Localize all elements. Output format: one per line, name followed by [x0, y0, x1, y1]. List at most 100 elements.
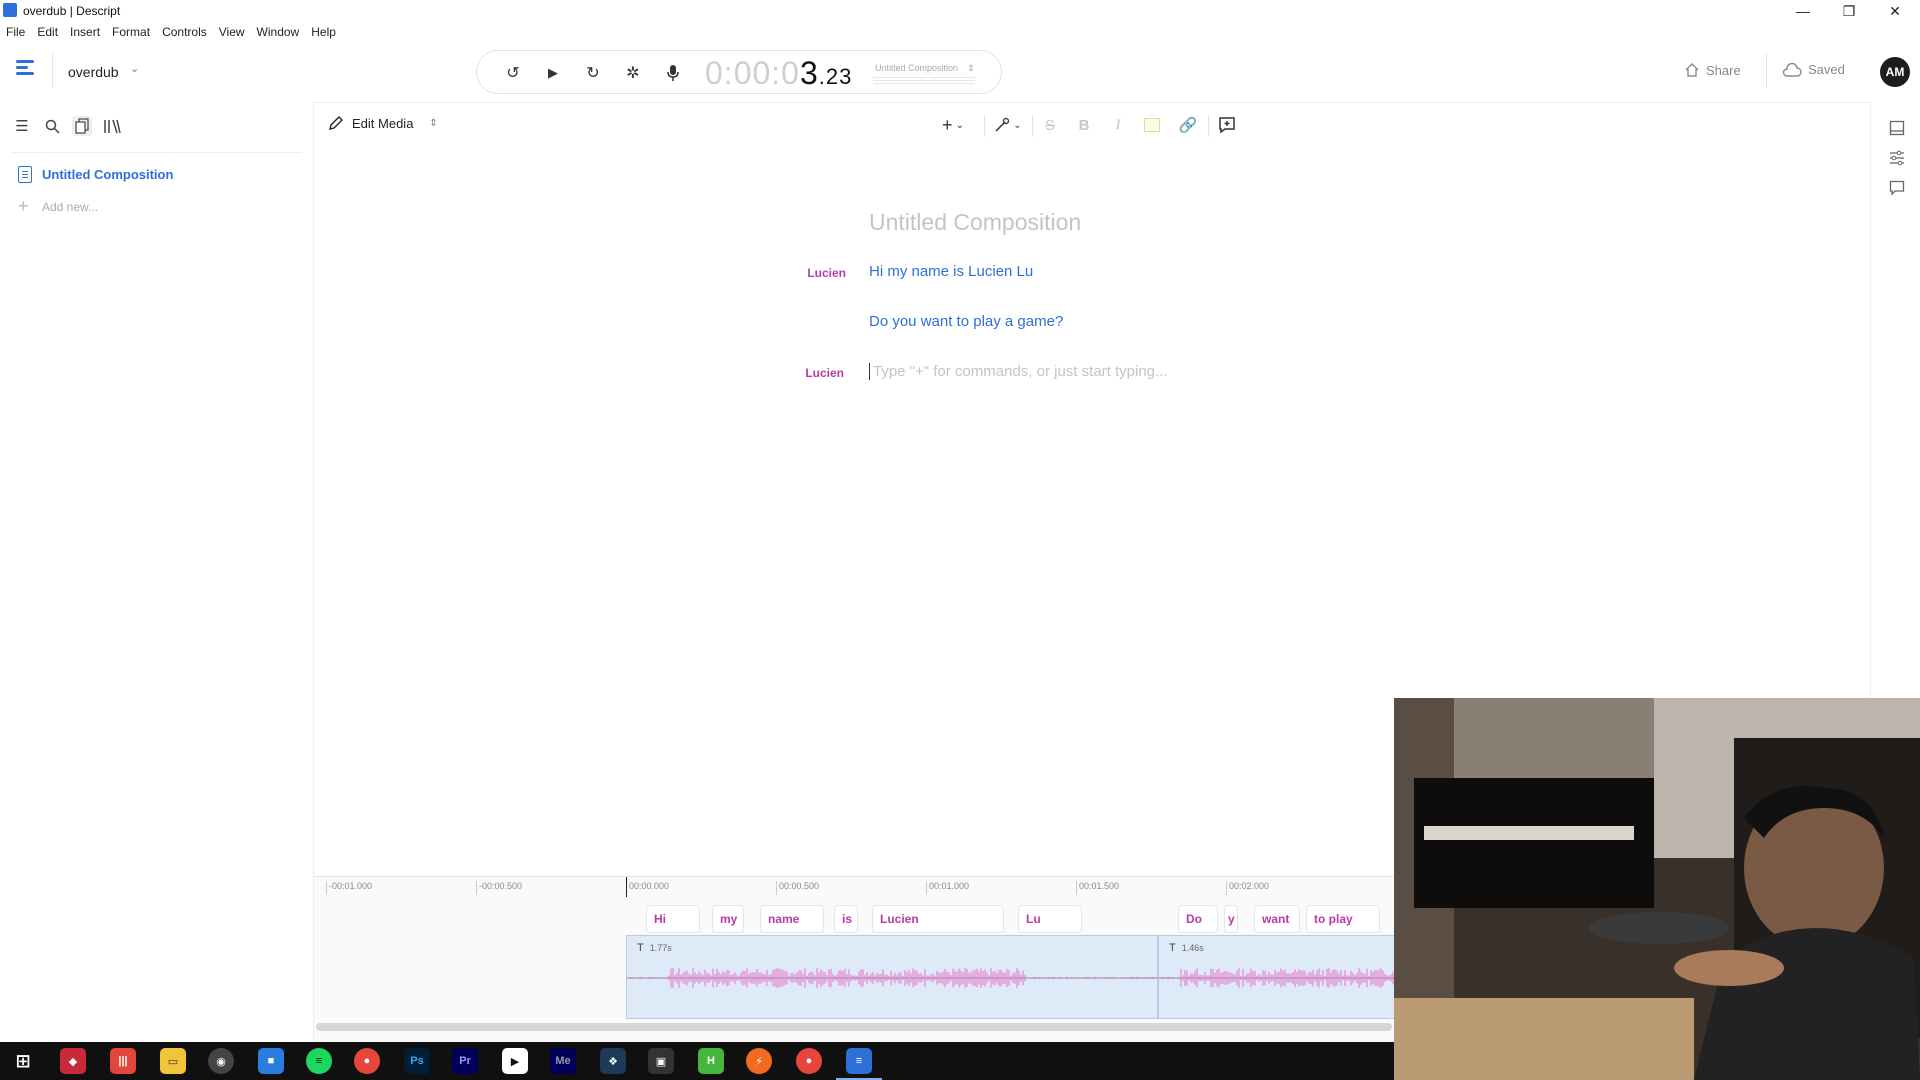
app-orange-icon[interactable]: ⚡ — [746, 1048, 772, 1074]
menu-controls[interactable]: Controls — [156, 22, 213, 42]
add-comment-icon[interactable] — [1214, 113, 1240, 137]
tools-button[interactable]: ⌄ — [990, 113, 1026, 137]
skip-back-icon[interactable]: ↺ — [501, 61, 525, 85]
word-block[interactable]: my — [712, 905, 744, 933]
composition-select[interactable]: Untitled Composition ⇕ — [869, 59, 979, 87]
transcript-paragraph[interactable]: Do you want to play a game? — [869, 313, 1063, 330]
word-block[interactable]: is — [834, 905, 858, 933]
word-block[interactable]: Lucien — [872, 905, 1004, 933]
menu-icon[interactable]: ☰ — [12, 116, 32, 136]
word-block[interactable]: to play — [1306, 905, 1380, 933]
timeline: -00:01.000 -00:00.500 00:00.000 00:00.50… — [314, 876, 1394, 1042]
webcam-image — [1394, 698, 1920, 1080]
transcript-paragraph[interactable]: Hi my name is Lucien Lu — [869, 263, 1033, 280]
strikethrough-icon[interactable]: S — [1038, 113, 1062, 137]
word-block[interactable]: Do — [1178, 905, 1218, 933]
ruler-tick: 00:02.000 — [1226, 881, 1269, 895]
taskbar: ⊞ ◆ ||| ▭ ◉ ■ ≡ ● Ps Pr ▶ Me ❖ ▣ H ⚡ ● ≡ — [0, 1042, 1394, 1080]
sidebar-item-composition[interactable]: Untitled Composition — [18, 166, 173, 183]
toolbar-divider — [1766, 54, 1767, 88]
menu-file[interactable]: File — [0, 22, 31, 42]
saved-status[interactable]: Saved — [1782, 62, 1845, 77]
timeline-scrollbar[interactable] — [316, 1023, 1392, 1031]
app-h-icon[interactable]: H — [698, 1048, 724, 1074]
app-camera-icon[interactable]: ▣ — [648, 1048, 674, 1074]
menu-insert[interactable]: Insert — [64, 22, 106, 42]
edit-media-label: Edit Media — [352, 115, 414, 131]
bold-icon[interactable]: B — [1072, 113, 1096, 137]
speaker-label[interactable]: Lucien — [764, 366, 844, 380]
word-block[interactable]: want — [1254, 905, 1300, 933]
search-icon[interactable] — [42, 116, 62, 136]
minimize-button[interactable]: — — [1780, 0, 1826, 22]
app-stripes-icon[interactable]: ||| — [110, 1048, 136, 1074]
library-icon[interactable] — [102, 116, 122, 136]
highlight-icon[interactable] — [1140, 113, 1164, 137]
timeline-ruler[interactable]: -00:01.000 -00:00.500 00:00.000 00:00.50… — [314, 877, 1394, 897]
properties-panel-icon[interactable] — [1887, 118, 1907, 138]
menu-view[interactable]: View — [213, 22, 251, 42]
chrome-icon[interactable]: ● — [354, 1048, 380, 1074]
studio-sound-icon[interactable]: ✲ — [621, 61, 645, 85]
descript-taskbar-icon[interactable]: ≡ — [846, 1048, 872, 1074]
add-button[interactable]: + ⌄ — [936, 113, 970, 137]
timecode-display: 0:00:03.23 — [705, 55, 852, 92]
word-block[interactable]: name — [760, 905, 824, 933]
premiere-icon[interactable]: Pr — [452, 1048, 478, 1074]
document-icon — [18, 166, 32, 183]
playhead[interactable] — [626, 877, 627, 897]
timecode-dim: 0:00:0 — [705, 55, 800, 91]
compositions-icon[interactable] — [72, 116, 92, 136]
pencil-icon — [329, 116, 343, 130]
add-new-label: Add new... — [42, 199, 99, 214]
descript-logo-icon[interactable] — [16, 60, 38, 80]
add-new-button[interactable]: + Add new... — [18, 196, 98, 217]
project-name[interactable]: overdub — [68, 64, 119, 80]
close-button[interactable]: ✕ — [1872, 0, 1918, 22]
obs-icon[interactable]: ◉ — [208, 1048, 234, 1074]
menu-edit[interactable]: Edit — [31, 22, 64, 42]
sidebar-divider — [12, 152, 302, 153]
word-block[interactable]: Hi — [646, 905, 700, 933]
plus-icon: + — [18, 196, 29, 216]
waveform — [627, 968, 1159, 988]
audio-clip[interactable]: T 1.46s — [1158, 935, 1394, 1019]
edit-media-button[interactable]: Edit Media ⇕ — [328, 115, 438, 131]
photoshop-icon[interactable]: Ps — [404, 1048, 430, 1074]
share-button[interactable]: Share — [1684, 62, 1741, 78]
comments-icon[interactable] — [1887, 178, 1907, 198]
toolbar-divider — [52, 52, 53, 88]
chevron-down-icon[interactable]: ⌄ — [130, 62, 139, 75]
windows-start-icon[interactable]: ⊞ — [10, 1048, 36, 1074]
italic-icon[interactable]: I — [1106, 113, 1130, 137]
menu-window[interactable]: Window — [251, 22, 306, 42]
word-block[interactable]: y — [1224, 905, 1238, 933]
settings-sliders-icon[interactable] — [1887, 148, 1907, 168]
window-title: overdub | Descript — [23, 4, 121, 18]
play-button[interactable]: ▶ — [541, 61, 565, 85]
link-icon[interactable]: 🔗 — [1176, 113, 1200, 137]
file-explorer-icon[interactable]: ▭ — [160, 1048, 186, 1074]
menu-format[interactable]: Format — [106, 22, 156, 42]
app-blueprint-icon[interactable]: ❖ — [600, 1048, 626, 1074]
media-encoder-icon[interactable]: Me — [550, 1048, 576, 1074]
transport-bar: ↺ ▶ ↻ ✲ 0:00:03.23 Untitled Composition … — [476, 50, 1002, 94]
avatar[interactable]: AM — [1880, 57, 1910, 87]
skip-forward-icon[interactable]: ↻ — [581, 61, 605, 85]
app-play-icon[interactable]: ▶ — [502, 1048, 528, 1074]
new-paragraph-input[interactable]: Type "+" for commands, or just start typ… — [869, 363, 1168, 380]
audio-clip[interactable]: T 1.77s — [626, 935, 1159, 1019]
restore-button[interactable]: ❐ — [1826, 0, 1872, 22]
composition-title[interactable]: Untitled Composition — [869, 209, 1081, 236]
toolbar-divider — [1208, 115, 1209, 137]
speaker-label[interactable]: Lucien — [766, 266, 846, 280]
menu-help[interactable]: Help — [305, 22, 342, 42]
chrome-profile-icon[interactable]: ● — [796, 1048, 822, 1074]
left-sidebar: ☰ Untitled Composition + Add new... — [0, 102, 314, 1042]
microphone-icon[interactable] — [661, 61, 685, 85]
descript-app-icon — [3, 3, 17, 17]
word-block[interactable]: Lu — [1018, 905, 1082, 933]
app-red-icon[interactable]: ◆ — [60, 1048, 86, 1074]
app-blue-icon[interactable]: ■ — [258, 1048, 284, 1074]
spotify-icon[interactable]: ≡ — [306, 1048, 332, 1074]
